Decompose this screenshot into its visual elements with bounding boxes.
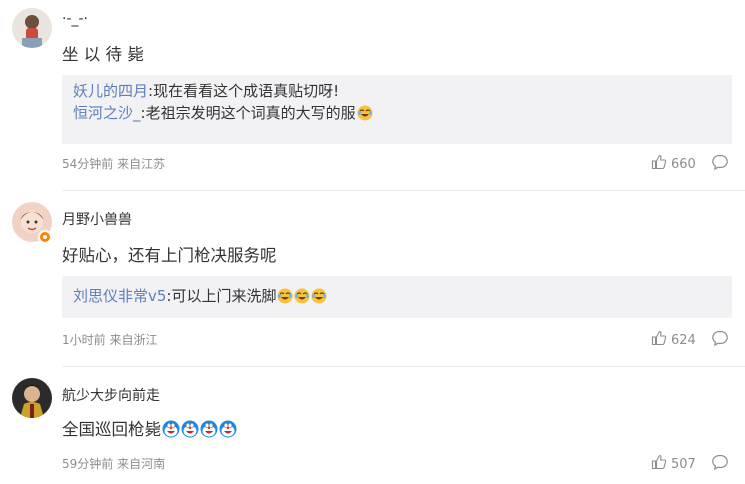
comment-reply-icon[interactable] (711, 153, 729, 175)
comment-text-body: 全国巡回枪毙 (62, 420, 161, 439)
comment-source: 来自浙江 (109, 333, 158, 347)
like-button[interactable]: 660 (651, 154, 696, 174)
like-button[interactable]: 507 (651, 454, 696, 474)
like-count: 507 (671, 456, 696, 472)
comment-reply-icon[interactable] (711, 453, 729, 475)
comment-text: 全国巡回枪毙 (62, 416, 237, 442)
comment-item: ·-_-· 坐 以 待 毙 妖儿的四月:现在看看这个成语真贴切呀! 恒河之沙_:… (0, 0, 745, 190)
reply-box[interactable]: 妖儿的四月:现在看看这个成语真贴切呀! 恒河之沙_:老祖宗发明这个词真的大写的服 (62, 75, 732, 144)
laugh-cry-emoji (294, 288, 310, 310)
comment-time: 59分钟前 (62, 457, 114, 471)
doraemon-emoji (200, 420, 218, 442)
comment-text: 好贴心，还有上门枪决服务呢 (62, 242, 277, 266)
username[interactable]: 航少大步向前走 (62, 385, 160, 405)
avatar[interactable] (12, 8, 52, 48)
reply-text: :可以上门来洗脚 (166, 287, 277, 305)
comment-meta: 59分钟前 来自河南 (62, 455, 165, 472)
laugh-cry-emoji (311, 288, 327, 310)
comment-source: 来自江苏 (117, 157, 166, 171)
doraemon-emoji (162, 420, 180, 442)
laugh-cry-emoji (357, 105, 373, 127)
doraemon-emoji (181, 420, 199, 442)
reply-line: 妖儿的四月:现在看看这个成语真贴切呀! (73, 80, 721, 102)
comment-reply-icon[interactable] (711, 329, 729, 351)
comment-time: 1小时前 (62, 333, 106, 347)
reply-text: :老祖宗发明这个词真的大写的服 (140, 104, 356, 122)
thumb-up-icon (651, 454, 667, 474)
comment-time: 54分钟前 (62, 157, 114, 171)
like-count: 660 (671, 156, 696, 172)
thumb-up-icon (651, 154, 667, 174)
reply-username[interactable]: 刘思仪非常v5 (73, 287, 166, 305)
reply-box[interactable]: 刘思仪非常v5:可以上门来洗脚 (62, 276, 732, 318)
verified-badge-icon (38, 230, 52, 244)
comment-source: 来自河南 (117, 457, 166, 471)
comment-meta: 1小时前 来自浙江 (62, 331, 157, 348)
doraemon-emoji (219, 420, 237, 442)
like-count: 624 (671, 332, 696, 348)
reply-line: 刘思仪非常v5:可以上门来洗脚 (73, 285, 721, 310)
comment-text: 坐 以 待 毙 (62, 41, 144, 65)
comment-meta: 54分钟前 来自江苏 (62, 155, 165, 172)
username[interactable]: 月野小兽兽 (62, 209, 132, 229)
like-button[interactable]: 624 (651, 330, 696, 350)
comment-text-body: 坐 以 待 毙 (62, 45, 144, 64)
reply-text: :现在看看这个成语真贴切呀! (148, 82, 340, 100)
thumb-up-icon (651, 330, 667, 350)
comment-item: 航少大步向前走 全国巡回枪毙 59分钟前 来自河南 507 (0, 366, 745, 484)
avatar[interactable] (12, 378, 52, 418)
laugh-cry-emoji (277, 288, 293, 310)
reply-username[interactable]: 妖儿的四月 (73, 82, 148, 100)
reply-username[interactable]: 恒河之沙_ (73, 104, 141, 122)
comment-text-body: 好贴心，还有上门枪决服务呢 (62, 246, 277, 265)
comment-item: 月野小兽兽 好贴心，还有上门枪决服务呢 刘思仪非常v5:可以上门来洗脚 1小时前… (0, 190, 745, 366)
reply-line: 恒河之沙_:老祖宗发明这个词真的大写的服 (73, 102, 721, 127)
username[interactable]: ·-_-· (62, 11, 88, 27)
